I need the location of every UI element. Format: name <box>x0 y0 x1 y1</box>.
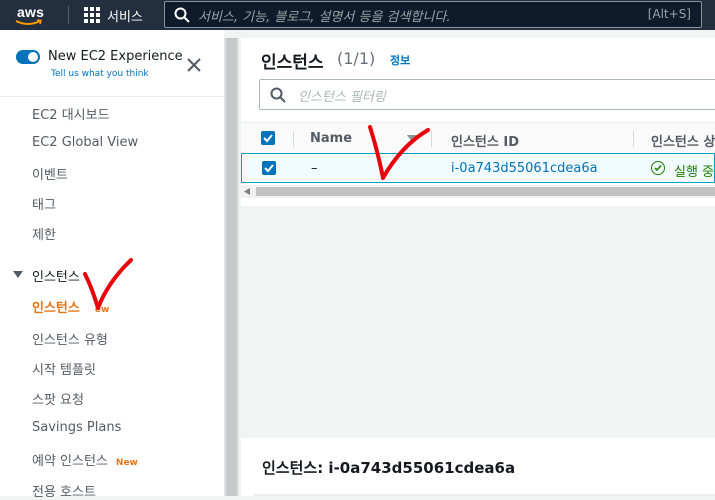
search-shortcut: [Alt+S] <box>647 7 691 21</box>
sidebar-item-instances[interactable]: 인스턴스 ew <box>32 297 109 316</box>
services-label: 서비스 <box>107 9 143 25</box>
sidebar-item-ec2-dashboard[interactable]: EC2 대시보드 <box>32 104 110 123</box>
main-content: 인스턴스 (1/1) 정보 인스턴스 필터링 Name 인스턴스 ID 인스턴스… <box>241 38 715 496</box>
sidebar-item-reserved-instances[interactable]: 예약 인스턴스 New <box>32 450 138 469</box>
table-header: Name 인스턴스 ID 인스턴스 상 <box>241 122 715 154</box>
sidebar: New EC2 Experience Tell us what you thin… <box>0 30 224 500</box>
sidebar-section-instances[interactable]: 인스턴스 <box>32 266 80 285</box>
instance-filter-input[interactable]: 인스턴스 필터링 <box>259 79 715 110</box>
filter-placeholder: 인스턴스 필터링 <box>298 90 386 105</box>
instances-panel: 인스턴스 (1/1) 정보 인스턴스 필터링 Name 인스턴스 ID 인스턴스… <box>241 38 715 206</box>
scroll-left-icon[interactable] <box>244 188 251 195</box>
experience-title: New EC2 Experience <box>48 49 183 64</box>
top-nav-bar: aws 서비스 서비스, 기능, 블로그, 설명서 등을 검색합니다. [Alt… <box>0 0 715 30</box>
feedback-link[interactable]: Tell us what you think <box>51 69 149 79</box>
sidebar-item-instance-types[interactable]: 인스턴스 유형 <box>32 329 108 348</box>
new-badge: ew <box>94 305 110 315</box>
services-menu-button[interactable]: 서비스 <box>84 0 143 30</box>
new-badge: New <box>115 458 138 468</box>
search-placeholder: 서비스, 기능, 블로그, 설명서 등을 검색합니다. <box>198 10 451 25</box>
aws-logo-text: aws <box>17 4 45 20</box>
cell-instance-id[interactable]: i-0a743d55061cdea6a <box>451 161 598 176</box>
column-divider <box>431 131 432 147</box>
check-icon <box>263 134 273 143</box>
sidebar-scrollbar[interactable] <box>224 38 239 496</box>
success-icon <box>651 161 665 175</box>
cell-name: – <box>311 161 318 176</box>
sidebar-item-savings-plans[interactable]: Savings Plans <box>32 420 121 435</box>
table-horizontal-scrollbar[interactable] <box>241 185 715 198</box>
caret-down-icon[interactable] <box>13 271 23 278</box>
cell-instance-state: 실행 중 <box>674 165 715 180</box>
sidebar-item-limits[interactable]: 제한 <box>32 224 56 243</box>
column-header-name[interactable]: Name <box>310 131 352 146</box>
check-icon <box>264 164 274 173</box>
grid-icon <box>84 7 100 23</box>
page-title: 인스턴스 <box>261 53 324 73</box>
sidebar-item-spot-requests[interactable]: 스팟 요청 <box>32 389 84 408</box>
sidebar-item-events[interactable]: 이벤트 <box>32 164 68 183</box>
sidebar-item-launch-templates[interactable]: 시작 템플릿 <box>32 359 96 378</box>
info-link[interactable]: 정보 <box>390 52 410 68</box>
sidebar-item-dedicated-hosts[interactable]: 전용 호스트 <box>32 481 96 500</box>
sidebar-item-tags[interactable]: 태그 <box>32 194 56 213</box>
sidebar-item-instances-label: 인스턴스 <box>32 301 80 316</box>
search-icon <box>174 7 190 23</box>
topbar-divider <box>68 6 69 24</box>
column-divider <box>293 131 294 147</box>
instance-details-panel: 인스턴스: i-0a743d55061cdea6a <box>241 438 715 496</box>
row-checkbox[interactable] <box>262 161 276 175</box>
search-icon <box>270 87 286 103</box>
select-all-checkbox[interactable] <box>261 131 275 145</box>
column-header-instance-state[interactable]: 인스턴스 상 <box>651 131 715 150</box>
close-icon[interactable] <box>186 57 202 73</box>
global-search-input[interactable]: 서비스, 기능, 블로그, 설명서 등을 검색합니다. [Alt+S] <box>164 1 702 28</box>
table-scrollbar-thumb[interactable] <box>256 187 715 196</box>
aws-smile-icon <box>15 19 43 25</box>
sidebar-scrollbar-thumb[interactable] <box>226 38 237 496</box>
details-title: 인스턴스: i-0a743d55061cdea6a <box>262 459 516 477</box>
sort-down-icon[interactable] <box>407 135 417 142</box>
new-experience-toggle[interactable] <box>16 50 40 64</box>
sidebar-item-global-view[interactable]: EC2 Global View <box>32 135 138 150</box>
instance-count: (1/1) <box>337 49 376 68</box>
column-divider <box>633 131 634 147</box>
column-header-instance-id[interactable]: 인스턴스 ID <box>451 131 519 150</box>
sidebar-divider <box>0 96 224 97</box>
table-row[interactable]: – i-0a743d55061cdea6a 실행 중 <box>241 153 715 183</box>
aws-logo[interactable]: aws <box>14 3 54 27</box>
sidebar-item-reserved-label: 예약 인스턴스 <box>32 454 108 469</box>
